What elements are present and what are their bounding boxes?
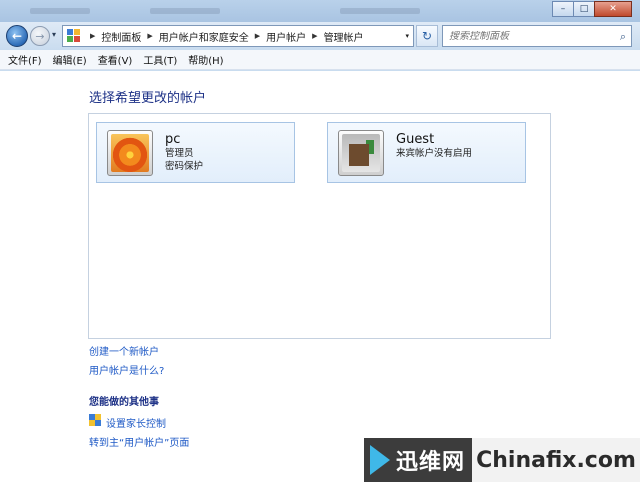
search-box[interactable]: ⌕ bbox=[442, 25, 632, 47]
breadcrumb-separator: ▶ bbox=[90, 32, 96, 40]
menu-file[interactable]: 文件(F) bbox=[8, 52, 42, 67]
watermark-cn-text: 迅维网 bbox=[396, 450, 466, 475]
close-button[interactable]: ✕ bbox=[594, 1, 632, 17]
create-account-link[interactable]: 创建一个新帐户 bbox=[89, 343, 159, 358]
account-role: 管理员 bbox=[165, 148, 194, 159]
back-button[interactable]: ← bbox=[6, 25, 28, 47]
other-tasks-heading: 您能做的其他事 bbox=[89, 397, 159, 408]
recent-pages-dropdown[interactable]: ▾ bbox=[52, 30, 56, 39]
breadcrumb-user-accounts-family-safety[interactable]: 用户帐户和家庭安全 bbox=[159, 29, 249, 44]
account-name: Guest bbox=[396, 132, 435, 147]
account-status: 密码保护 bbox=[165, 161, 204, 172]
breadcrumb-separator[interactable]: ▶ bbox=[255, 32, 260, 40]
breadcrumb-control-panel[interactable]: 控制面板 bbox=[101, 29, 141, 44]
account-role: 来宾帐户没有启用 bbox=[396, 148, 473, 159]
breadcrumb-manage-accounts[interactable]: 管理帐户 bbox=[324, 29, 364, 44]
account-name: pc bbox=[165, 132, 181, 147]
watermark-cn-block: 迅维网 bbox=[364, 438, 472, 482]
title-bar: – □ ✕ bbox=[0, 0, 640, 22]
search-input[interactable] bbox=[449, 30, 609, 42]
control-panel-icon bbox=[67, 29, 81, 43]
refresh-button[interactable]: ↻ bbox=[416, 25, 438, 47]
flower-avatar-icon bbox=[107, 130, 153, 176]
page-title: 选择希望更改的帐户 bbox=[89, 91, 207, 106]
accounts-panel: pc 管理员 密码保护 Guest 来宾帐户没有启用 bbox=[88, 113, 551, 339]
main-content: 选择希望更改的帐户 pc 管理员 密码保护 Guest 来宾帐户没有启用 创建一… bbox=[0, 71, 640, 482]
maximize-button[interactable]: □ bbox=[573, 1, 595, 17]
search-icon[interactable]: ⌕ bbox=[620, 30, 626, 44]
main-user-accounts-link[interactable]: 转到主“用户帐户”页面 bbox=[89, 434, 189, 449]
minimize-button[interactable]: – bbox=[552, 1, 574, 17]
menu-help[interactable]: 帮助(H) bbox=[188, 52, 223, 67]
account-tile-pc[interactable]: pc 管理员 密码保护 bbox=[96, 122, 295, 183]
menu-bar: 文件(F) 编辑(E) 查看(V) 工具(T) 帮助(H) bbox=[0, 50, 640, 70]
menu-view[interactable]: 查看(V) bbox=[98, 52, 133, 67]
account-tile-guest[interactable]: Guest 来宾帐户没有启用 bbox=[327, 122, 526, 183]
forward-button[interactable]: → bbox=[30, 26, 50, 46]
parental-controls-link[interactable]: 设置家长控制 bbox=[106, 415, 166, 430]
menu-edit[interactable]: 编辑(E) bbox=[53, 52, 87, 67]
what-is-account-link[interactable]: 用户帐户是什么? bbox=[89, 362, 164, 377]
ghost-text bbox=[30, 8, 90, 14]
ghost-text bbox=[150, 8, 220, 14]
address-dropdown-icon[interactable]: ▾ bbox=[405, 32, 409, 40]
ghost-text bbox=[340, 8, 420, 14]
watermark-en-text: Chinafix.com bbox=[472, 438, 640, 482]
watermark: 迅维网 Chinafix.com bbox=[364, 438, 640, 482]
suitcase-avatar-icon bbox=[338, 130, 384, 176]
navigation-bar: ← → ▾ ▶ 控制面板 ▶ 用户帐户和家庭安全 ▶ 用户帐户 ▶ 管理帐户 ▾… bbox=[0, 22, 640, 50]
window-controls: – □ ✕ bbox=[552, 1, 632, 17]
chevron-logo-icon bbox=[370, 445, 392, 475]
breadcrumb-separator[interactable]: ▶ bbox=[312, 32, 317, 40]
breadcrumb-separator[interactable]: ▶ bbox=[147, 32, 152, 40]
breadcrumb-user-accounts[interactable]: 用户帐户 bbox=[266, 29, 306, 44]
menu-tools[interactable]: 工具(T) bbox=[143, 52, 177, 67]
address-bar[interactable]: ▶ 控制面板 ▶ 用户帐户和家庭安全 ▶ 用户帐户 ▶ 管理帐户 ▾ bbox=[62, 25, 414, 47]
shield-icon bbox=[89, 414, 102, 427]
